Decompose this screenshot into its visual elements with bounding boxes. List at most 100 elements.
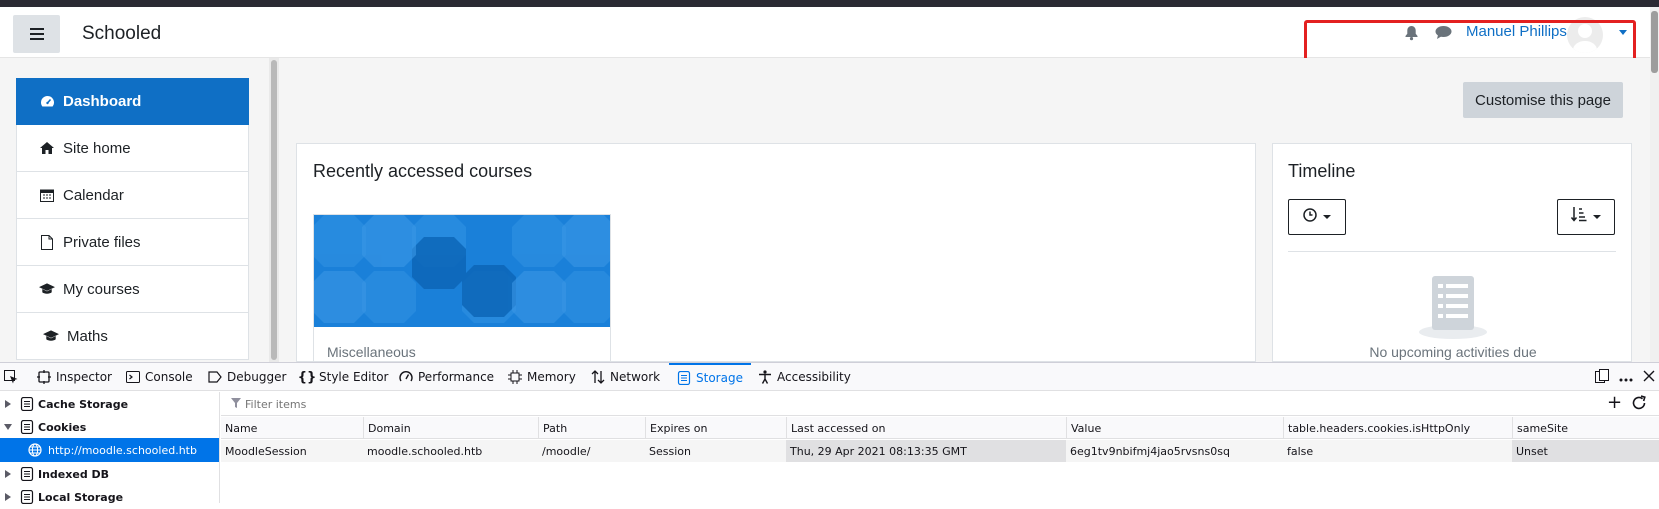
window-scrollbar[interactable]	[1650, 7, 1659, 362]
tab-label: Accessibility	[777, 370, 851, 384]
divider	[1288, 251, 1616, 252]
graduation-cap-icon	[43, 328, 59, 344]
filter-input[interactable]	[231, 396, 1531, 412]
clock-icon	[1303, 207, 1317, 227]
refresh-icon[interactable]	[1631, 395, 1647, 414]
gauge-icon	[399, 370, 413, 384]
tree-item-label: Cache Storage	[38, 397, 129, 411]
tab-label: Memory	[527, 370, 576, 384]
dashboard-icon	[39, 94, 55, 110]
column-header-name[interactable]: Name	[221, 417, 363, 439]
column-header-samesite[interactable]: sameSite	[1512, 417, 1659, 439]
block-title: Timeline	[1288, 161, 1356, 181]
braces-icon: {}	[297, 369, 317, 385]
cell-path[interactable]: /moodle/	[538, 440, 645, 462]
cell-name[interactable]: MoodleSession	[221, 440, 363, 462]
home-icon	[39, 140, 55, 156]
column-header-value[interactable]: Value	[1066, 417, 1283, 439]
expand-arrow-icon	[2, 470, 14, 478]
cell-expires[interactable]: Session	[645, 440, 786, 462]
tab-memory[interactable]: Memory	[508, 363, 576, 391]
tree-item-indexed-db[interactable]: Indexed DB	[0, 462, 219, 486]
sidebar-item-dashboard[interactable]: Dashboard	[16, 78, 249, 125]
hamburger-icon	[29, 28, 44, 40]
tab-network[interactable]: Network	[591, 363, 660, 391]
customise-page-button[interactable]: Customise this page	[1463, 82, 1623, 118]
tab-performance[interactable]: Performance	[399, 363, 494, 391]
course-category: Miscellaneous	[327, 344, 416, 360]
cell-samesite[interactable]: Unset	[1512, 440, 1659, 462]
sidebar-item-my-courses[interactable]: My courses	[16, 266, 249, 313]
expand-arrow-icon	[2, 493, 14, 501]
timeline-filter-button[interactable]	[1288, 199, 1346, 235]
column-header-last-accessed[interactable]: Last accessed on	[786, 417, 1066, 439]
sidebar-item-private-files[interactable]: Private files	[16, 219, 249, 266]
debugger-icon	[208, 370, 222, 384]
dock-icon[interactable]	[1595, 369, 1609, 386]
storage-tree: Cache Storage Cookies http://moodle.scho…	[0, 392, 220, 505]
drawer-scrollbar[interactable]	[269, 58, 279, 362]
tab-label: Performance	[418, 370, 495, 384]
tree-item-local-storage[interactable]: Local Storage	[0, 485, 219, 509]
timeline-empty-text: No upcoming activities due	[1369, 344, 1537, 360]
devtools-window-controls	[1595, 369, 1655, 386]
arrows-updown-icon	[591, 370, 605, 384]
storage-icon	[677, 371, 691, 385]
close-icon[interactable]	[1643, 370, 1655, 385]
tab-style-editor[interactable]: {} Style Editor	[297, 363, 389, 391]
cell-value[interactable]: 6eg1tv9nbifmj4jao5rvsns0sq	[1066, 440, 1283, 462]
file-icon	[39, 234, 55, 250]
block-title: Recently accessed courses	[313, 161, 533, 181]
picker-icon	[4, 370, 18, 384]
tree-item-label: Cookies	[38, 420, 87, 434]
tab-console[interactable]: Console	[126, 363, 193, 391]
more-options-icon[interactable]	[1619, 371, 1633, 385]
course-pattern-image	[314, 215, 610, 327]
chevron-down-icon	[1593, 215, 1601, 219]
add-item-icon[interactable]: +	[1607, 394, 1622, 412]
tab-storage[interactable]: Storage	[669, 363, 751, 391]
sidebar-item-label: Dashboard	[63, 93, 142, 110]
devtools-toolbar: Inspector Console Debugger {} Style Edit…	[0, 363, 1659, 391]
element-picker-button[interactable]	[4, 363, 18, 391]
tab-accessibility[interactable]: Accessibility	[758, 363, 851, 391]
storage-icon	[20, 466, 34, 482]
tree-item-cookies[interactable]: Cookies	[0, 415, 219, 439]
timeline-sort-button[interactable]	[1557, 199, 1615, 235]
browser-top-strip	[0, 0, 1659, 7]
cell-httponly[interactable]: false	[1283, 440, 1512, 462]
storage-icon	[20, 396, 34, 412]
chevron-down-icon	[1323, 215, 1331, 219]
console-icon	[126, 370, 140, 384]
menu-toggle-button[interactable]	[13, 15, 60, 53]
tree-item-moodle-host[interactable]: http://moodle.schooled.htb	[0, 438, 219, 462]
table-row[interactable]: MoodleSession moodle.schooled.htb /moodl…	[221, 440, 1659, 462]
timeline-block: Timeline No upcoming activities due	[1272, 143, 1632, 362]
tab-label: Debugger	[227, 370, 287, 384]
column-header-path[interactable]: Path	[538, 417, 645, 439]
column-header-httponly[interactable]: table.headers.cookies.isHttpOnly	[1283, 417, 1512, 439]
tab-label: Network	[610, 370, 661, 384]
column-header-domain[interactable]: Domain	[363, 417, 538, 439]
sidebar-item-maths[interactable]: Maths	[16, 313, 249, 360]
column-header-expires[interactable]: Expires on	[645, 417, 786, 439]
sidebar-item-site-home[interactable]: Site home	[16, 125, 249, 172]
cell-domain[interactable]: moodle.schooled.htb	[363, 440, 538, 462]
sidebar-item-calendar[interactable]: Calendar	[16, 172, 249, 219]
course-card[interactable]: Miscellaneous	[313, 214, 611, 374]
calendar-icon	[39, 187, 55, 203]
tree-item-label: http://moodle.schooled.htb	[48, 443, 197, 457]
cell-last-accessed[interactable]: Thu, 29 Apr 2021 08:13:35 GMT	[786, 440, 1066, 462]
chip-icon	[508, 370, 522, 384]
storage-icon	[20, 419, 34, 435]
recently-accessed-block: Recently accessed courses Miscellaneous	[296, 143, 1256, 374]
tab-debugger[interactable]: Debugger	[208, 363, 286, 391]
tab-label: Style Editor	[319, 370, 389, 384]
tab-inspector[interactable]: Inspector	[37, 363, 112, 391]
site-brand[interactable]: Schooled	[82, 23, 161, 45]
graduation-cap-icon	[39, 281, 55, 297]
tab-label: Console	[145, 370, 193, 384]
filter-bar: +	[221, 392, 1659, 416]
tree-item-cache-storage[interactable]: Cache Storage	[0, 392, 219, 416]
sidebar-item-label: Site home	[63, 139, 131, 157]
